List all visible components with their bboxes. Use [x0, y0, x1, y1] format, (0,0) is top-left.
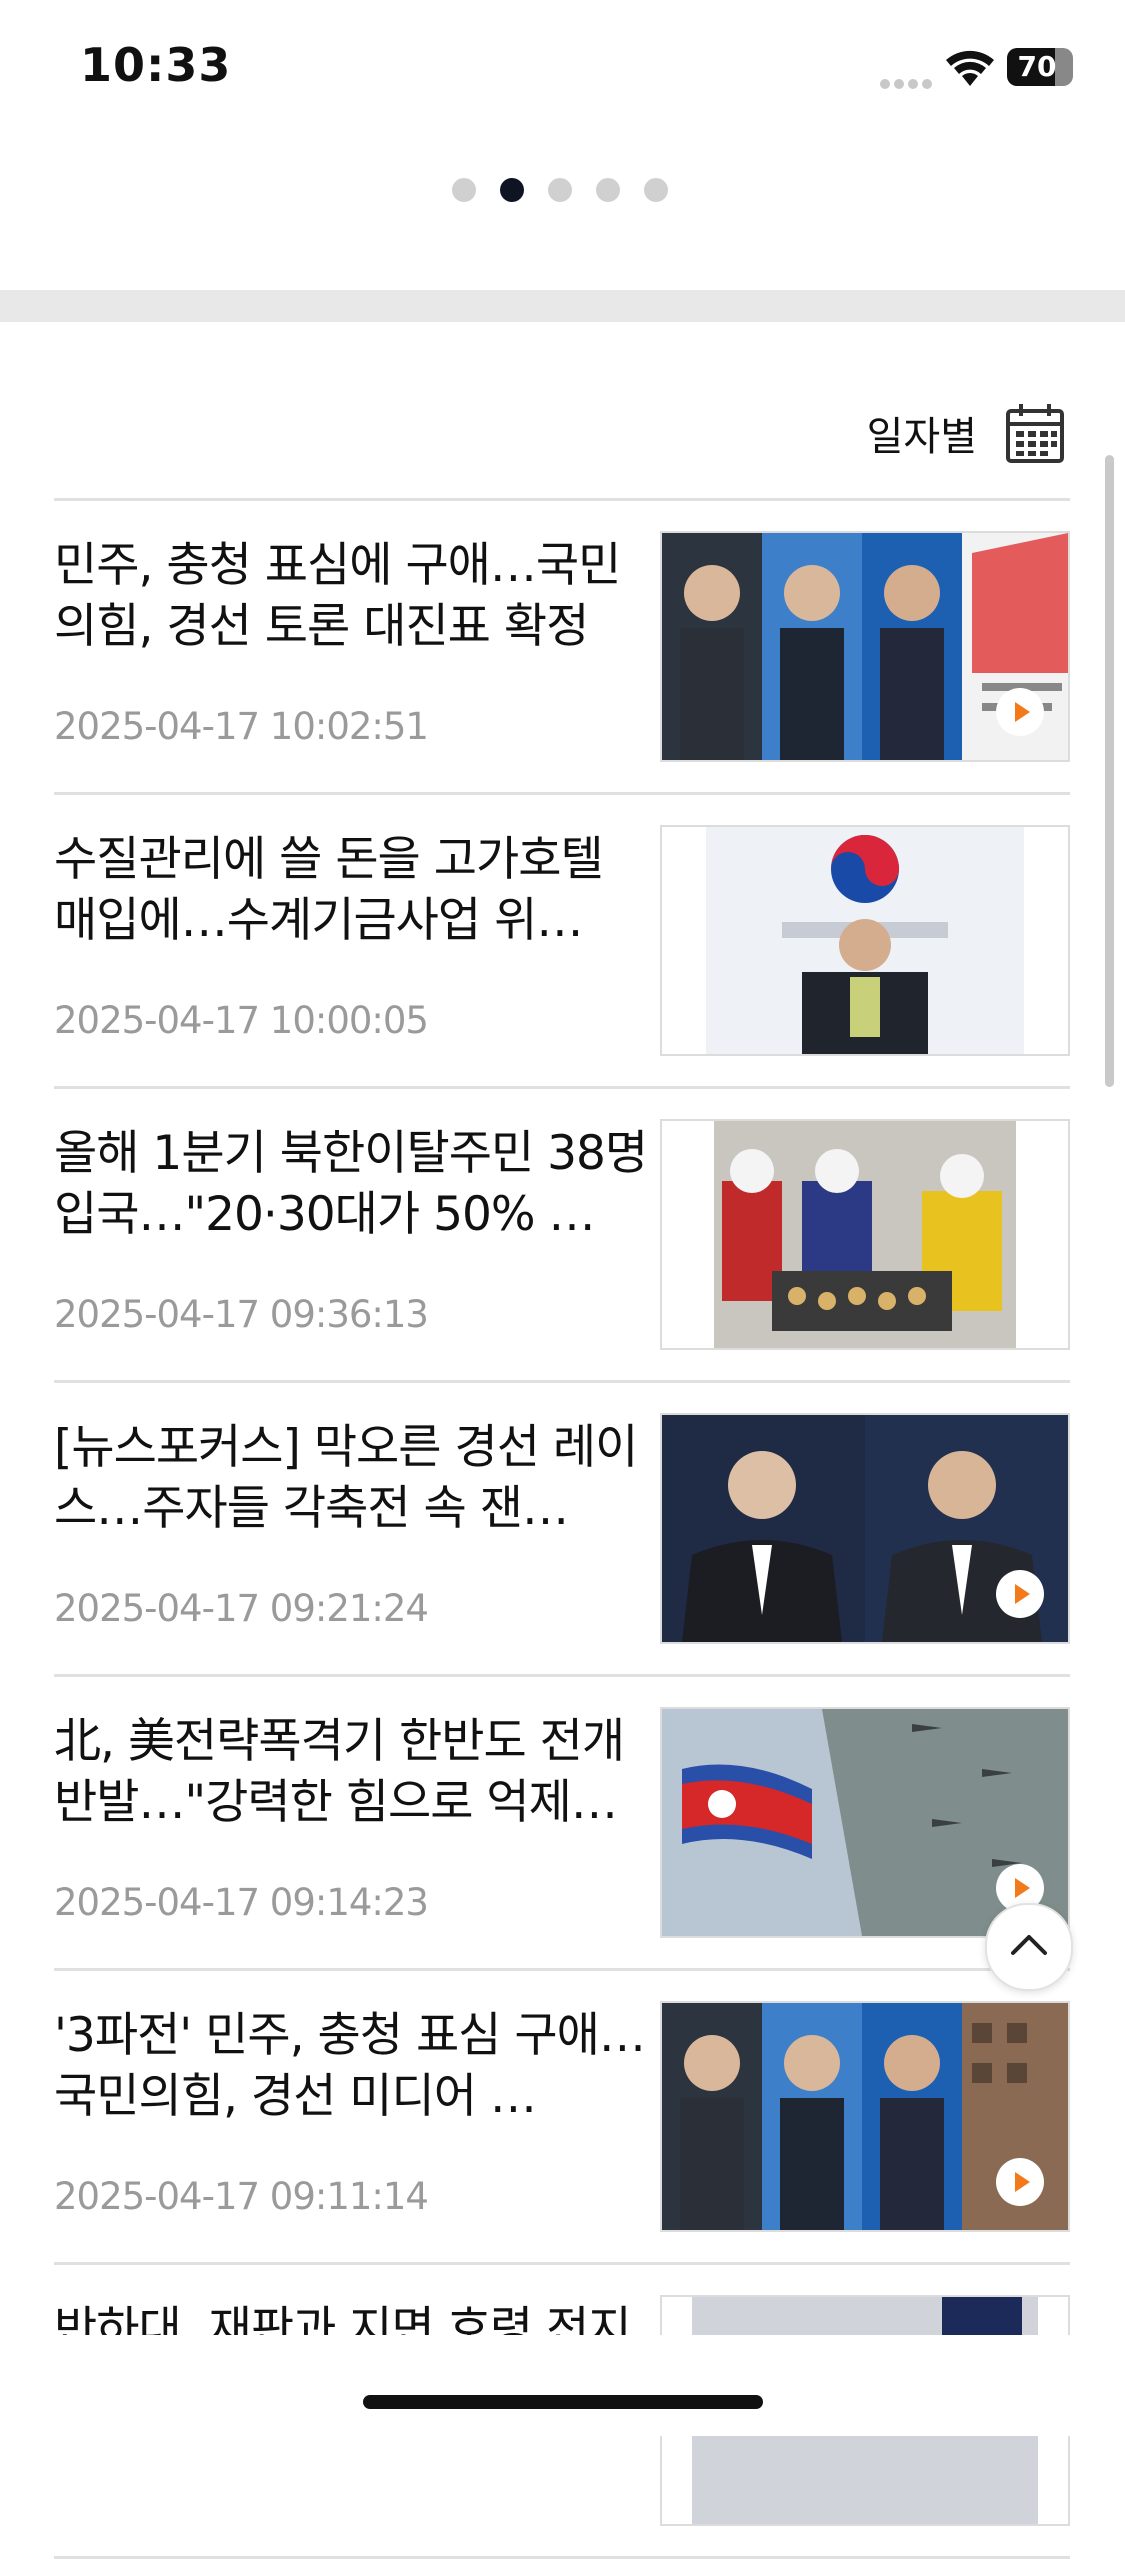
home-indicator[interactable]	[363, 2395, 763, 2409]
video-play-icon	[996, 1570, 1044, 1618]
pager-dot[interactable]	[500, 178, 524, 202]
news-item[interactable]: [뉴스포커스] 막오른 경선 레이스…주자들 각축전 속 잰… 2025-04-…	[54, 1383, 1070, 1677]
scroll-to-top-button[interactable]	[985, 1903, 1073, 1991]
news-thumbnail	[660, 1119, 1070, 1350]
scrollbar[interactable]	[1105, 455, 1114, 1087]
news-title: 민주, 충청 표심에 구애…국민의힘, 경선 토론 대진표 확정	[54, 538, 621, 654]
chevron-up-icon	[1011, 1935, 1047, 1955]
news-title: [뉴스포커스] 막오른 경선 레이스…주자들 각축전 속 잰…	[54, 1420, 638, 1536]
news-thumbnail	[660, 531, 1070, 762]
video-play-icon	[996, 2158, 1044, 2206]
news-thumbnail	[660, 1413, 1070, 1644]
status-time: 10:33	[80, 38, 232, 92]
video-play-icon	[996, 688, 1044, 736]
pager-dot[interactable]	[548, 178, 572, 202]
news-thumbnail	[660, 825, 1070, 1056]
pager-dot[interactable]	[596, 178, 620, 202]
pager-dot[interactable]	[452, 178, 476, 202]
news-date: 2025-04-17 09:36:13	[54, 1293, 429, 1336]
pager-dot[interactable]	[644, 178, 668, 202]
calendar-icon	[1006, 404, 1064, 463]
news-date: 2025-04-17 10:00:05	[54, 999, 429, 1042]
bottom-safe-area	[0, 2335, 1125, 2436]
news-item[interactable]: 北, 美전략폭격기 한반도 전개 반발…"강력한 힘으로 억제… 2025-04…	[54, 1677, 1070, 1971]
battery-percent: 70	[1017, 50, 1057, 83]
news-date: 2025-04-17 09:14:23	[54, 1881, 429, 1924]
news-date: 2025-04-17 09:21:24	[54, 1587, 429, 1630]
news-title: 北, 美전략폭격기 한반도 전개 반발…"강력한 힘으로 억제…	[54, 1714, 625, 1830]
date-filter-button[interactable]: 일자별	[867, 398, 1065, 468]
news-item[interactable]: 수질관리에 쓸 돈을 고가호텔 매입에…수계기금사업 위… 2025-04-17…	[54, 795, 1070, 1089]
cellular-signal-icon	[880, 74, 936, 89]
news-date: 2025-04-17 09:11:14	[54, 2175, 429, 2218]
section-divider	[0, 290, 1125, 322]
news-title: '3파전' 민주, 충청 표심 구애…국민의힘, 경선 미디어 …	[54, 2008, 646, 2124]
carousel-pager[interactable]	[452, 178, 692, 204]
news-list: 민주, 충청 표심에 구애…국민의힘, 경선 토론 대진표 확정 2025-04…	[54, 498, 1070, 2559]
wifi-icon	[946, 50, 994, 86]
news-title: 올해 1분기 북한이탈주민 38명 입국…"20·30대가 50% …	[54, 1126, 648, 1242]
news-date: 2025-04-17 10:02:51	[54, 705, 429, 748]
news-item[interactable]: '3파전' 민주, 충청 표심 구애…국민의힘, 경선 미디어 … 2025-0…	[54, 1971, 1070, 2265]
news-thumbnail	[660, 2001, 1070, 2232]
status-bar: 10:33 70	[0, 0, 1125, 140]
news-item[interactable]: 올해 1분기 북한이탈주민 38명 입국…"20·30대가 50% … 2025…	[54, 1089, 1070, 1383]
date-filter-label: 일자별	[866, 414, 977, 460]
battery-icon: 70	[1007, 48, 1073, 86]
news-item[interactable]: 민주, 충청 표심에 구애…국민의힘, 경선 토론 대진표 확정 2025-04…	[54, 501, 1070, 795]
news-thumbnail	[660, 1707, 1070, 1938]
news-title: 수질관리에 쓸 돈을 고가호텔 매입에…수계기금사업 위…	[54, 832, 604, 948]
